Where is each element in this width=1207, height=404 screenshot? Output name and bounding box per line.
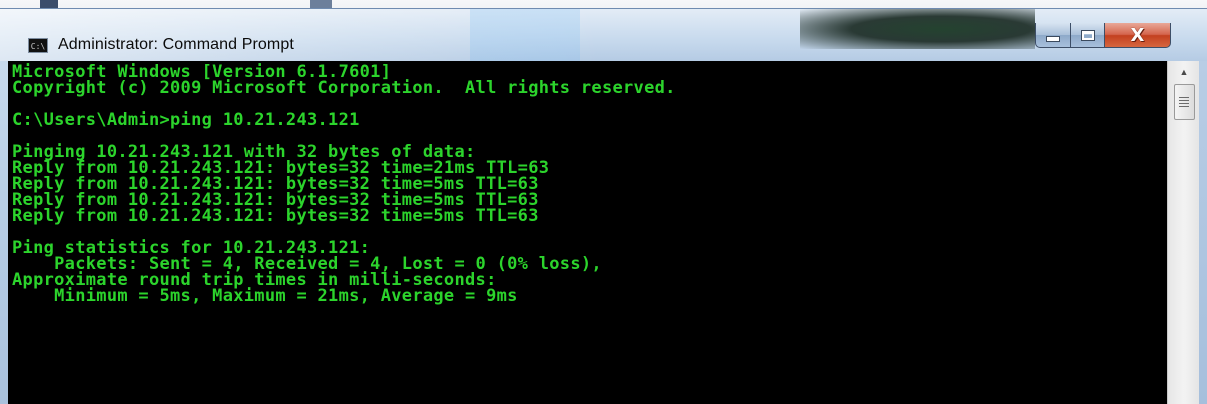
console-line: Copyright (c) 2009 Microsoft Corporation… [12, 78, 676, 98]
console-line: Minimum = 5ms, Maximum = 21ms, Average =… [12, 286, 518, 306]
thumb-grip-line [1179, 97, 1189, 98]
console-line: C:\Users\Admin>ping 10.21.243.121 [12, 110, 360, 130]
scroll-thumb[interactable] [1174, 84, 1195, 120]
thumb-grip-line [1179, 106, 1189, 107]
command-prompt-icon[interactable]: C:\ [28, 38, 48, 53]
minimize-button[interactable] [1035, 23, 1071, 48]
window-frame-right [1199, 61, 1207, 404]
scroll-up-arrow-icon: ▲ [1179, 67, 1189, 77]
title-bar-glow [470, 9, 580, 61]
console-text: Microsoft Windows [Version 6.1.7601] Copy… [8, 61, 1167, 306]
title-bar[interactable]: C:\ Administrator: Command Prompt X [0, 9, 1207, 61]
scroll-up-button[interactable]: ▲ [1168, 61, 1200, 83]
thumb-grip-line [1179, 100, 1189, 101]
close-icon: X [1130, 24, 1145, 46]
minimize-icon [1046, 36, 1060, 42]
maximize-button[interactable] [1070, 23, 1105, 48]
thumb-grip-line [1179, 103, 1189, 104]
maximize-icon [1080, 29, 1095, 41]
close-button[interactable]: X [1104, 23, 1171, 48]
window-title: Administrator: Command Prompt [58, 36, 294, 53]
console-line: Reply from 10.21.243.121: bytes=32 time=… [12, 206, 539, 226]
vertical-scrollbar[interactable]: ▲ [1167, 61, 1200, 404]
command-prompt-window: C:\ Administrator: Command Prompt X Micr… [0, 8, 1207, 404]
title-bar-background-blur [800, 9, 1035, 49]
console-output-area[interactable]: Microsoft Windows [Version 6.1.7601] Copy… [8, 61, 1167, 404]
